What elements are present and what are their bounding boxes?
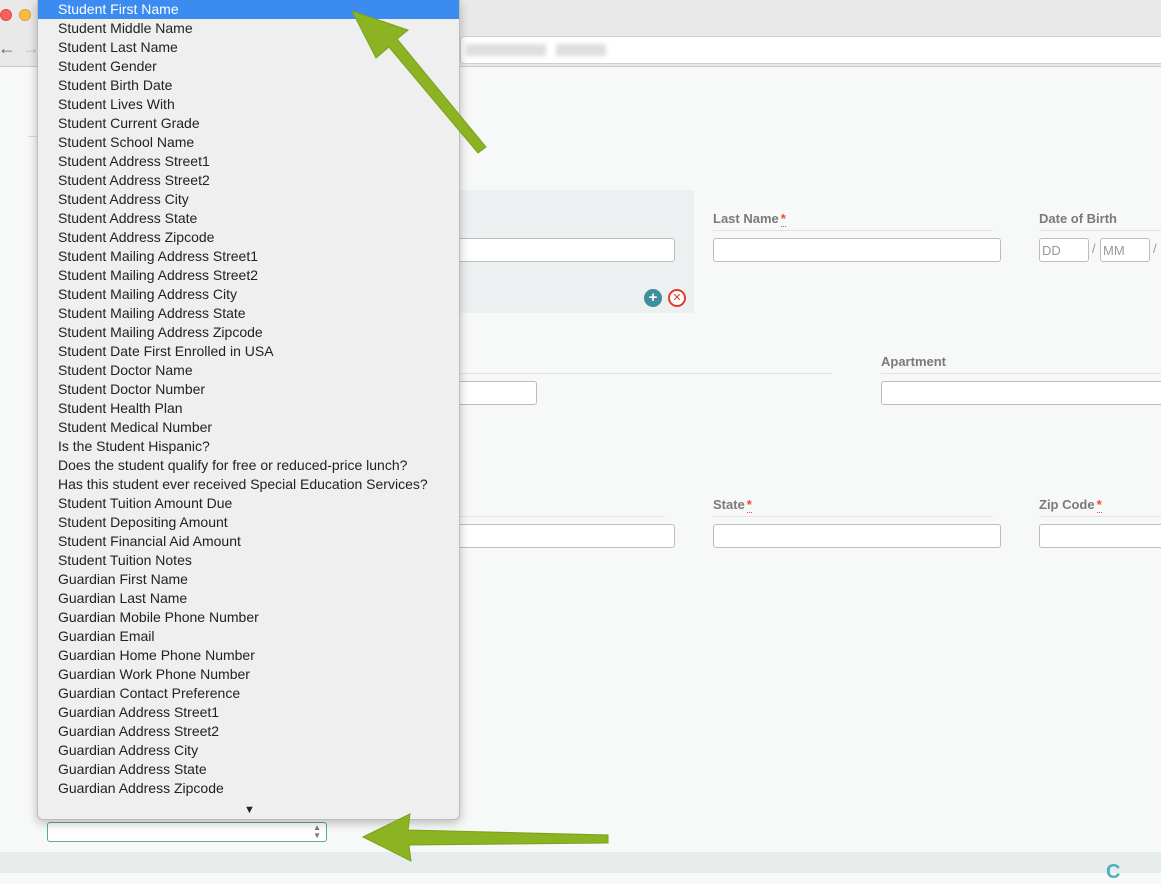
field-mapping-select[interactable]: ▲ ▼ [47, 822, 327, 842]
first-name-input[interactable] [455, 238, 675, 262]
option-list: Student First Name Student Middle Name Stu… [38, 0, 459, 798]
apartment-label: Apartment [881, 354, 947, 369]
apartment-input[interactable] [881, 381, 1161, 405]
dob-day-input[interactable]: DD [1039, 238, 1089, 262]
dropdown-option[interactable]: Student Last Name [38, 38, 459, 57]
dropdown-option[interactable]: Has this student ever received Special E… [38, 475, 459, 494]
dropdown-option[interactable]: Student Current Grade [38, 114, 459, 133]
redacted-url [466, 44, 546, 56]
label-rule [881, 373, 1161, 374]
dropdown-option[interactable]: Is the Student Hispanic? [38, 437, 459, 456]
dropdown-option[interactable]: Guardian Last Name [38, 589, 459, 608]
dropdown-option[interactable]: Student Depositing Amount [38, 513, 459, 532]
dropdown-option[interactable]: Student Health Plan [38, 399, 459, 418]
date-separator: / [1153, 241, 1157, 256]
dropdown-option[interactable]: Student Mailing Address Street1 [38, 247, 459, 266]
dropdown-option[interactable]: Student Mailing Address Zipcode [38, 323, 459, 342]
select-spinner-icon: ▲ ▼ [313, 823, 321, 840]
field-dropdown-list[interactable]: Student First Name Student Middle Name Stu… [37, 0, 460, 820]
label-rule [1039, 230, 1161, 231]
dropdown-option[interactable]: Student Tuition Notes [38, 551, 459, 570]
dropdown-option[interactable]: Student First Name [38, 0, 459, 19]
dropdown-option[interactable]: Does the student qualify for free or red… [38, 456, 459, 475]
city-input[interactable] [455, 524, 675, 548]
date-separator: / [1092, 241, 1096, 256]
dropdown-option[interactable]: Student Address Zipcode [38, 228, 459, 247]
dropdown-option[interactable]: Student Address Street2 [38, 171, 459, 190]
dropdown-option[interactable]: Guardian Address Street2 [38, 722, 459, 741]
label-rule [1039, 516, 1161, 517]
window-close-button[interactable] [0, 9, 12, 21]
dropdown-option[interactable]: Student Middle Name [38, 19, 459, 38]
dropdown-option[interactable]: Student Mailing Address State [38, 304, 459, 323]
dropdown-option[interactable]: Guardian Contact Preference [38, 684, 459, 703]
dob-month-input[interactable]: MM [1100, 238, 1150, 262]
dropdown-option[interactable]: Student Mailing Address City [38, 285, 459, 304]
label-rule [455, 373, 832, 374]
dropdown-option[interactable]: Student Gender [38, 57, 459, 76]
dropdown-option[interactable]: Student Birth Date [38, 76, 459, 95]
label-rule [713, 516, 993, 517]
dropdown-option[interactable]: Guardian Home Phone Number [38, 646, 459, 665]
dropdown-option[interactable]: Student Tuition Amount Due [38, 494, 459, 513]
label-rule [455, 516, 665, 517]
dropdown-option[interactable]: Guardian Email [38, 627, 459, 646]
dropdown-option[interactable]: Guardian Address Street1 [38, 703, 459, 722]
dropdown-option[interactable]: Student Doctor Name [38, 361, 459, 380]
dropdown-option[interactable]: Student Address City [38, 190, 459, 209]
dropdown-option[interactable]: Student Date First Enrolled in USA [38, 342, 459, 361]
footer [0, 852, 1161, 873]
dropdown-option[interactable]: Guardian Address State [38, 760, 459, 779]
last-name-label: Last Name * [713, 211, 786, 227]
dropdown-option[interactable]: Student Mailing Address Street2 [38, 266, 459, 285]
dropdown-option[interactable]: Student Financial Aid Amount [38, 532, 459, 551]
last-name-input[interactable] [713, 238, 1001, 262]
street-input[interactable] [455, 381, 537, 405]
dropdown-option[interactable]: Guardian Address City [38, 741, 459, 760]
redacted-url [556, 44, 606, 56]
dropdown-option[interactable]: Student Doctor Number [38, 380, 459, 399]
dropdown-option[interactable]: Student Lives With [38, 95, 459, 114]
dropdown-option[interactable]: Student Address Street1 [38, 152, 459, 171]
zip-code-input[interactable] [1039, 524, 1161, 548]
dropdown-option[interactable]: Student Medical Number [38, 418, 459, 437]
dropdown-option[interactable]: Guardian Address Zipcode [38, 779, 459, 798]
scroll-down-icon[interactable]: ▼ [244, 804, 255, 816]
remove-icon[interactable]: ✕ [668, 289, 686, 307]
dropdown-option[interactable]: Guardian Mobile Phone Number [38, 608, 459, 627]
dropdown-option[interactable]: Guardian Work Phone Number [38, 665, 459, 684]
state-label: State * [713, 497, 752, 513]
window-minimize-button[interactable] [19, 9, 31, 21]
label-rule [713, 230, 993, 231]
dropdown-option[interactable]: Student Address State [38, 209, 459, 228]
add-icon[interactable]: + [644, 289, 662, 307]
dob-label: Date of Birth [1039, 211, 1117, 226]
zip-code-label: Zip Code * [1039, 497, 1102, 513]
back-arrow-icon[interactable]: ← [0, 38, 16, 58]
dropdown-option[interactable]: Student School Name [38, 133, 459, 152]
dropdown-option[interactable]: Guardian First Name [38, 570, 459, 589]
state-input[interactable] [713, 524, 1001, 548]
